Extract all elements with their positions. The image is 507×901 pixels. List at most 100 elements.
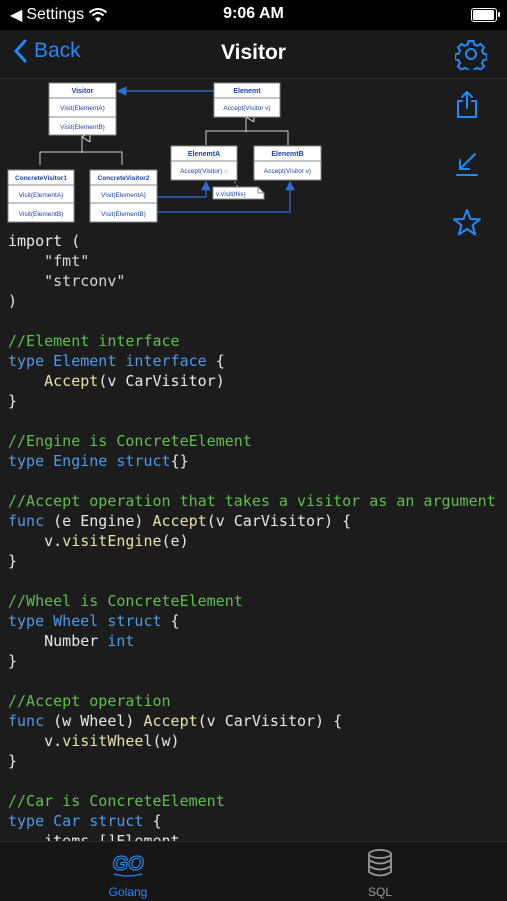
code-line: //Element interface <box>8 331 496 351</box>
uml-note: v.Visit(this) <box>212 186 265 200</box>
code-token: Wheel <box>53 612 108 630</box>
content-area[interactable]: Visitor Visit(ElementA) Visit(ElementB) … <box>0 79 507 841</box>
code-token: Number <box>8 632 108 650</box>
uml-visitor-op: Visit(ElementB) <box>60 124 105 131</box>
code-token: interface <box>125 352 207 370</box>
code-line: Number int <box>8 631 496 651</box>
code-line: type Car struct { <box>8 811 496 831</box>
code-token: visitWheel <box>62 732 153 750</box>
code-line: ) <box>8 291 496 311</box>
uml-class-elementb: ElenemtB Accept(Visitor v) <box>253 145 322 181</box>
code-token: //Accept operation <box>8 692 171 710</box>
code-token: "fmt" <box>44 252 90 270</box>
page-title: Visitor <box>221 41 286 64</box>
go-logo-icon: GO <box>112 852 145 877</box>
code-line: import ( <box>8 231 496 251</box>
code-token: Car <box>53 812 90 830</box>
uml-cv1-op: Visit(ElementA) <box>19 192 64 199</box>
code-token: type <box>8 812 54 830</box>
code-token: (v CarVisitor) <box>98 372 225 390</box>
code-token: Element <box>53 352 126 370</box>
code-token: Accept <box>143 712 198 730</box>
code-line: items []Element <box>8 831 496 841</box>
code-line: func (w Wheel) Accept(v CarVisitor) { <box>8 711 496 731</box>
code-token: Accept <box>152 512 207 530</box>
code-token: (e) <box>161 532 189 550</box>
code-token: v. <box>8 732 63 750</box>
code-line: } <box>8 751 496 771</box>
code-token: } <box>8 392 18 410</box>
uml-eb-title: ElenemtB <box>271 151 303 158</box>
code-token: (w Wheel) <box>44 712 144 730</box>
code-line: //Wheel is ConcreteElement <box>8 591 496 611</box>
code-token: Engine <box>53 452 117 470</box>
code-token: "strconv" <box>44 272 126 290</box>
code-token: //Engine is ConcreteElement <box>8 432 252 450</box>
code-line: } <box>8 651 496 671</box>
code-token: } <box>8 552 18 570</box>
code-token: type <box>8 452 54 470</box>
code-token: (v CarVisitor) { <box>206 512 352 530</box>
uml-cv1-op: Visit(ElementB) <box>19 211 64 218</box>
tab-sql-label: SQL <box>367 885 392 899</box>
code-token: } <box>8 752 18 770</box>
code-line: //Accept operation <box>8 691 496 711</box>
code-token: { <box>143 812 162 830</box>
status-bar: ◀ Settings 9:06 AM <box>0 0 507 30</box>
tab-golang-label: Golang <box>108 885 148 899</box>
uml-class-element: Elenemt Accept(Visitor v) <box>213 82 281 118</box>
code-token: (v CarVisitor) { <box>197 712 343 730</box>
code-line: //Accept operation that takes a visitor … <box>8 491 496 511</box>
database-icon <box>368 849 392 877</box>
code-token: //Car is ConcreteElement <box>8 792 225 810</box>
uml-cv2-title: ConcreteVisitor2 <box>98 175 150 182</box>
tab-bar: GO Golang SQL <box>0 841 507 901</box>
code-token: //Accept operation that takes a visitor … <box>8 492 496 510</box>
code-token: struct <box>89 812 144 830</box>
code-line: type Wheel struct { <box>8 611 496 631</box>
uml-ea-op: Accept(Visitor) ○ <box>180 168 228 175</box>
code-line: v.visitEngine(e) <box>8 531 496 551</box>
code-token: items []Element <box>8 832 180 841</box>
code-line: //Car is ConcreteElement <box>8 791 496 811</box>
code-token: ) <box>8 292 18 310</box>
svg-text:GO: GO <box>112 853 144 875</box>
uml-element-title: Elenemt <box>233 88 261 95</box>
code-token: type <box>8 612 54 630</box>
code-line: v.visitWheel(w) <box>8 731 496 751</box>
uml-note-text: v.Visit(this) <box>216 191 246 198</box>
code-block[interactable]: import ( "fmt" "strconv") //Element inter… <box>8 231 496 841</box>
code-token: visitEngine <box>62 532 162 550</box>
uml-cv1-title: ConcreteVisitor1 <box>15 175 67 182</box>
tab-sql[interactable]: SQL <box>320 848 440 899</box>
uml-cv2-op: Visit(ElementB) <box>101 211 146 218</box>
code-token: func <box>8 712 45 730</box>
code-token: //Wheel is ConcreteElement <box>8 592 243 610</box>
code-line: } <box>8 391 496 411</box>
code-token: { <box>206 352 225 370</box>
code-token: } <box>8 652 18 670</box>
code-token: //Element interface <box>8 332 180 350</box>
share-icon[interactable] <box>451 89 483 121</box>
collapse-arrow-icon[interactable] <box>451 149 483 181</box>
battery-icon <box>471 8 500 22</box>
uml-visitor-title: Visitor <box>72 88 94 95</box>
gear-icon[interactable] <box>455 38 487 70</box>
code-token: {} <box>170 452 189 470</box>
tab-golang[interactable]: GO Golang <box>68 848 188 899</box>
uml-visitor-op: Visit(ElementA) <box>60 105 105 112</box>
code-token: Accept <box>44 372 99 390</box>
uml-class-concretevisitor2: ConcreteVisitor2 Visit(ElementA) Visit(E… <box>89 169 158 223</box>
code-token: func <box>8 512 45 530</box>
code-token: import ( <box>8 232 81 250</box>
code-line: type Engine struct{} <box>8 451 496 471</box>
status-time: 9:06 AM <box>223 5 284 22</box>
uml-element-op: Accept(Visitor v) <box>223 105 270 112</box>
uml-diagram: Visitor Visit(ElementA) Visit(ElementB) … <box>7 82 322 223</box>
